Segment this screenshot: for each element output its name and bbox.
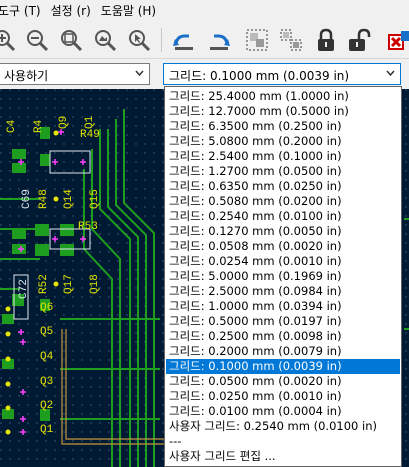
ungroup-icon[interactable] xyxy=(278,27,304,53)
grid-option[interactable]: 그리드: 0.2000 mm (0.0079 in) xyxy=(166,344,400,359)
grid-option[interactable]: 그리드: 25.4000 mm (1.0000 in) xyxy=(166,89,400,104)
secondary-toolbar: 사용하기 그리드: 0.1000 mm (0.0039 in) xyxy=(0,59,409,89)
grid-option[interactable]: 그리드: 0.2500 mm (0.0098 in) xyxy=(166,329,400,344)
grid-option[interactable]: 그리드: 1.2700 mm (0.0500 in) xyxy=(166,164,400,179)
ref-label: Q1 xyxy=(40,424,54,436)
ref-label: Q4 xyxy=(40,351,54,363)
edit-user-grid-option[interactable]: 사용자 그리드 편집 ... xyxy=(166,449,400,464)
zoom-fit-icon[interactable] xyxy=(59,27,85,53)
grid-option[interactable]: 그리드: 0.5080 mm (0.0200 in) xyxy=(166,194,400,209)
toolbar-separator xyxy=(161,28,162,52)
ref-label: Q18 xyxy=(89,274,101,294)
grid-option[interactable]: 그리드: 2.5400 mm (0.1000 in) xyxy=(166,149,400,164)
user-grid-option[interactable]: 사용자 그리드: 0.2540 mm (0.0100 in) xyxy=(166,419,400,434)
track-width-select[interactable]: 사용하기 xyxy=(0,63,150,85)
ref-label: R52 xyxy=(38,274,50,294)
menu-help[interactable]: 도움말 (H) xyxy=(97,2,166,19)
zoom-selection-icon[interactable] xyxy=(127,27,153,53)
ref-label: Q1 xyxy=(84,115,96,129)
ref-label: Q5 xyxy=(40,326,53,338)
chevron-down-icon xyxy=(135,70,144,77)
grid-option[interactable]: 그리드: 0.0250 mm (0.0010 in) xyxy=(166,389,400,404)
grid-option[interactable]: 그리드: 0.6350 mm (0.0250 in) xyxy=(166,179,400,194)
track-width-value: 사용하기 xyxy=(4,69,49,83)
grid-option[interactable]: 그리드: 0.0500 mm (0.0020 in) xyxy=(166,374,400,389)
unlock-icon[interactable] xyxy=(346,27,372,53)
grid-dropdown-list[interactable]: 그리드: 25.4000 mm (1.0000 in) 그리드: 12.7000… xyxy=(164,86,402,467)
grid-option[interactable]: 그리드: 12.7000 mm (0.5000 in) xyxy=(166,104,400,119)
grid-option[interactable]: 그리드: 2.5000 mm (0.0984 in) xyxy=(166,284,400,299)
grid-option[interactable]: 그리드: 5.0000 mm (0.1969 in) xyxy=(166,269,400,284)
grid-select-value: 그리드: 0.1000 mm (0.0039 in) xyxy=(169,69,350,83)
zoom-out-icon[interactable] xyxy=(25,27,51,53)
menu-tools[interactable]: 도구 (T) xyxy=(0,2,51,19)
group-icon[interactable] xyxy=(244,27,270,53)
ref-label: R48 xyxy=(38,189,50,209)
lock-icon[interactable] xyxy=(313,27,339,53)
ref-label: C72 xyxy=(18,279,30,299)
main-toolbar xyxy=(0,20,409,59)
ref-label: Q2 xyxy=(40,400,53,412)
ref-label: R49 xyxy=(80,129,100,141)
ref-label: Q9 xyxy=(58,116,70,129)
grid-option[interactable]: 그리드: 6.3500 mm (0.2500 in) xyxy=(166,119,400,134)
zoom-objects-icon[interactable] xyxy=(93,27,119,53)
ref-label: R4 xyxy=(33,119,45,133)
redo-icon[interactable] xyxy=(206,27,232,53)
menubar: 도구 (T) 설정 (r) 도움말 (H) xyxy=(0,0,409,20)
ref-label: C69 xyxy=(21,189,33,209)
ref-label: Q15 xyxy=(89,189,101,209)
grid-option[interactable]: 그리드: 0.1270 mm (0.0050 in) xyxy=(166,224,400,239)
grid-option[interactable]: 그리드: 0.5000 mm (0.0197 in) xyxy=(166,314,400,329)
ref-label: Q3 xyxy=(40,376,53,388)
ref-label: Q17 xyxy=(63,274,75,294)
grid-option[interactable]: 그리드: 0.0254 mm (0.0010 in) xyxy=(166,254,400,269)
drc-icon[interactable] xyxy=(386,27,409,53)
grid-option[interactable]: 그리드: 0.2540 mm (0.0100 in) xyxy=(166,209,400,224)
grid-option[interactable]: 그리드: 0.0508 mm (0.0020 in) xyxy=(166,239,400,254)
ref-label: R53 xyxy=(78,221,98,233)
undo-icon[interactable] xyxy=(171,27,197,53)
grid-option-selected[interactable]: 그리드: 0.1000 mm (0.0039 in) xyxy=(166,359,400,374)
ref-label: Q14 xyxy=(63,189,75,209)
grid-option[interactable]: 그리드: 5.0800 mm (0.2000 in) xyxy=(166,134,400,149)
grid-select[interactable]: 그리드: 0.1000 mm (0.0039 in) xyxy=(163,63,401,85)
zoom-in-icon[interactable] xyxy=(0,27,18,53)
dropdown-separator: --- xyxy=(169,434,182,448)
ref-label: C4 xyxy=(6,119,18,133)
grid-option[interactable]: 그리드: 0.0100 mm (0.0004 in) xyxy=(166,404,400,419)
grid-option[interactable]: 그리드: 1.0000 mm (0.0394 in) xyxy=(166,299,400,314)
menu-settings[interactable]: 설정 (r) xyxy=(47,2,101,19)
chevron-down-icon xyxy=(386,70,395,77)
ref-label: Q6 xyxy=(40,302,53,314)
